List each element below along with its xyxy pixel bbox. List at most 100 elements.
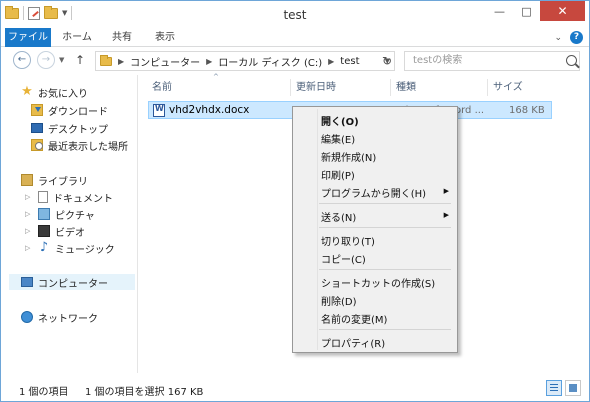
sidebar-item-label: ドキュメント [53,193,113,205]
sidebar-item-videos[interactable]: ▷ ビデオ [25,223,85,239]
menu-item-properties[interactable]: プロパティ(R) [321,335,385,350]
sidebar-item-label: ピクチャ [55,210,95,222]
column-header-type[interactable]: 種類 [396,79,416,96]
sidebar-item-favorites[interactable]: ★ お気に入り [21,84,88,100]
chevron-right-icon[interactable]: ▶ [328,57,334,66]
refresh-icon[interactable]: ↻ [379,51,395,71]
menu-separator [319,203,451,204]
tab-home[interactable]: ホーム [57,28,97,47]
menu-item-new[interactable]: 新規作成(N) [321,149,376,164]
submenu-arrow-icon: ▶ [443,187,449,195]
sidebar-item-downloads[interactable]: ダウンロード [31,102,108,118]
downloads-icon [31,104,43,116]
menu-separator [319,329,451,330]
search-input[interactable]: testの検索 [404,51,580,71]
sidebar-item-label: デスクトップ [48,124,108,136]
column-divider[interactable] [487,79,488,96]
details-view-button[interactable] [546,380,562,396]
recent-places-icon [31,139,43,151]
title-bar: ▼ test — □ ✕ [1,1,589,29]
chevron-down-icon[interactable]: ▼ [59,56,64,64]
ribbon-controls: ⌄ ? [554,31,583,44]
sidebar-item-libraries[interactable]: ライブラリ [21,172,88,188]
chevron-right-icon[interactable]: ▷ [25,244,33,252]
large-icons-view-button[interactable] [565,380,581,396]
sidebar-item-recent-places[interactable]: 最近表示した場所 [31,137,128,153]
sidebar-item-label: コンピューター [38,278,108,290]
sidebar-item-label: ビデオ [55,227,85,239]
menu-separator [319,269,451,270]
chevron-right-icon[interactable]: ▶ [118,57,124,66]
view-toggle [546,380,581,396]
tab-file[interactable]: ファイル [5,28,51,47]
file-name: vhd2vhdx.docx [169,104,250,116]
window-controls: — □ ✕ [486,1,585,21]
back-button[interactable]: ← [13,51,31,69]
column-divider[interactable] [290,79,291,96]
up-arrow-icon[interactable]: ↑ [75,53,85,67]
sidebar-item-label: ネットワーク [38,313,98,325]
submenu-arrow-icon: ▶ [443,211,449,219]
sidebar-item-desktop[interactable]: デスクトップ [31,120,108,136]
maximize-button[interactable]: □ [513,1,540,21]
music-icon: ♪ [39,240,49,255]
file-size: 168 KB [509,105,545,116]
address-bar[interactable]: ▶ コンピューター ▶ ローカル ディスク (C:) ▶ test ▼ [95,51,395,71]
column-divider[interactable] [390,79,391,96]
sidebar-item-label: 最近表示した場所 [48,141,128,153]
chevron-down-icon[interactable]: ⌄ [554,33,562,43]
menu-item-open-with[interactable]: プログラムから開く(H) [321,185,426,200]
selection-status: 1 個の項目を選択 167 KB [85,387,204,398]
forward-button[interactable]: → [37,51,55,69]
chevron-right-icon[interactable]: ▷ [25,193,33,201]
breadcrumb-test[interactable]: test [340,56,359,67]
sidebar-item-label: ミュージック [55,244,115,256]
menu-item-print[interactable]: 印刷(P) [321,167,355,182]
libraries-icon [21,174,33,186]
item-count: 1 個の項目 [19,387,69,398]
sidebar-item-label: ダウンロード [48,106,108,118]
menu-item-delete[interactable]: 削除(D) [321,293,357,308]
breadcrumb-local-disk[interactable]: ローカル ディスク (C:) [218,54,322,69]
column-header-name[interactable]: 名前 [152,79,172,96]
menu-gutter [317,109,318,350]
chevron-right-icon[interactable]: ▷ [25,227,33,235]
menu-item-cut[interactable]: 切り取り(T) [321,233,375,248]
status-bar: 1 個の項目 1 個の項目を選択 167 KB [1,377,589,401]
tab-share[interactable]: 共有 [105,28,139,47]
menu-item-open[interactable]: 開く(O) [321,113,359,128]
chevron-right-icon[interactable]: ▷ [25,210,33,218]
breadcrumb-computer[interactable]: コンピューター [130,54,200,69]
minimize-button[interactable]: — [486,1,513,21]
menu-separator [319,227,451,228]
sidebar-item-music[interactable]: ▷ ♪ ミュージック [25,240,115,256]
sidebar-item-pictures[interactable]: ▷ ピクチャ [25,206,95,222]
column-header-date[interactable]: 更新日時 [296,79,336,96]
chevron-right-icon[interactable]: ▶ [206,57,212,66]
network-icon [21,311,33,323]
menu-item-copy[interactable]: コピー(C) [321,251,366,266]
column-header-size[interactable]: サイズ [493,79,523,96]
star-icon: ★ [21,84,33,99]
sidebar-item-documents[interactable]: ▷ ドキュメント [25,189,113,205]
tab-view[interactable]: 表示 [147,28,183,47]
explorer-window: ▼ test — □ ✕ ファイル ホーム 共有 表示 ⌄ ? ← → ▼ ↑ … [0,0,590,402]
menu-item-create-shortcut[interactable]: ショートカットの作成(S) [321,275,435,290]
documents-icon [38,191,48,203]
sidebar-item-network[interactable]: ネットワーク [21,309,98,325]
help-icon[interactable]: ? [570,31,583,44]
close-button[interactable]: ✕ [540,1,585,21]
sidebar-item-label: ライブラリ [38,176,88,188]
computer-icon [21,277,33,287]
sidebar-item-computer[interactable]: コンピューター [9,274,135,290]
chevron-up-icon: ^ [213,73,219,81]
search-icon[interactable] [566,55,577,66]
menu-item-send-to[interactable]: 送る(N) [321,209,356,224]
pictures-icon [38,208,50,220]
videos-icon [38,225,50,237]
menu-item-edit[interactable]: 編集(E) [321,131,355,146]
word-document-icon [153,104,165,117]
context-menu: 開く(O) 編集(E) 新規作成(N) 印刷(P) プログラムから開く(H) ▶… [292,106,458,353]
desktop-icon [31,123,43,133]
menu-item-rename[interactable]: 名前の変更(M) [321,311,387,326]
